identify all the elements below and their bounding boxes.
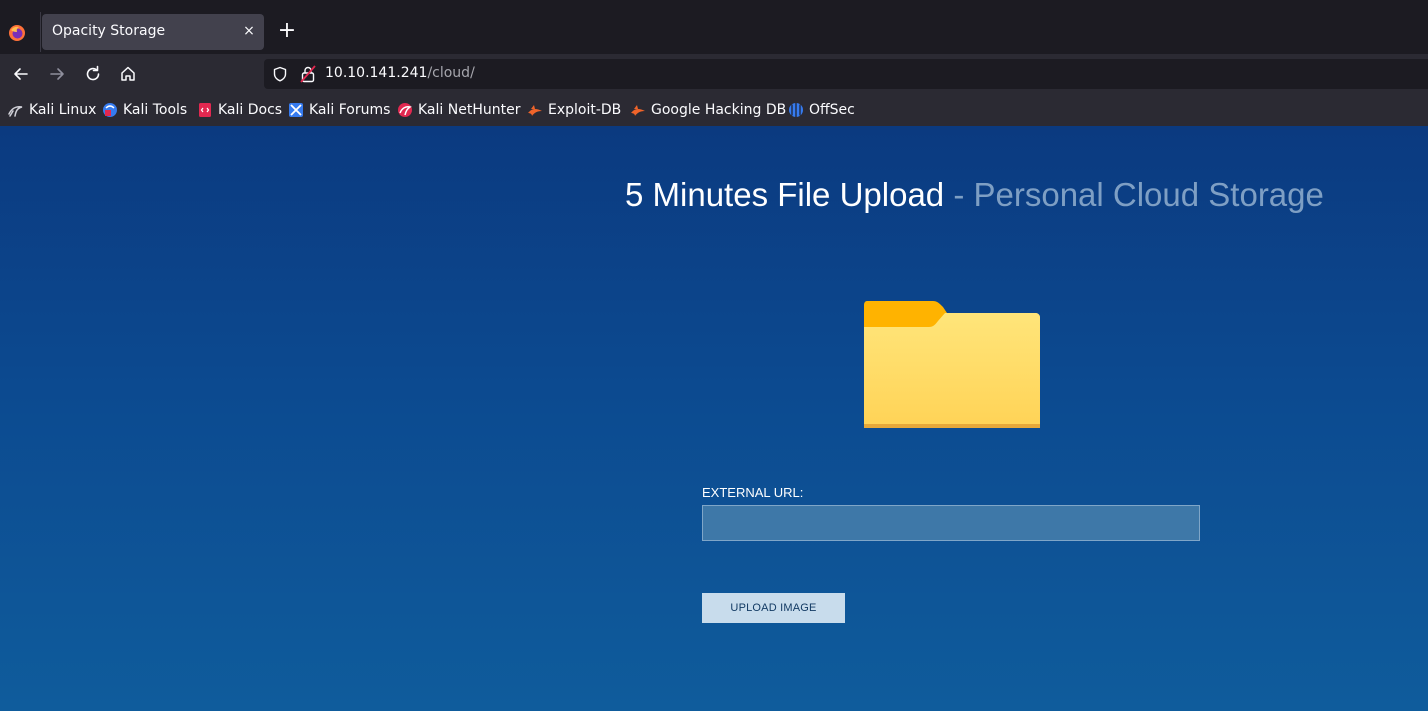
navigation-bar: 10.10.141.241/cloud/	[0, 54, 1428, 94]
title-bar	[0, 0, 1428, 10]
bookmark-kali-tools[interactable]: Kali Tools	[102, 101, 187, 119]
upload-image-button[interactable]: UPLOAD IMAGE	[702, 593, 845, 623]
back-icon[interactable]	[11, 64, 31, 84]
bookmark-label: Kali Tools	[123, 102, 188, 118]
bookmark-label: Kali Linux	[29, 102, 97, 118]
kali-docs-icon	[199, 103, 211, 117]
firefox-icon[interactable]	[8, 24, 26, 42]
folder-icon	[864, 301, 1040, 428]
browser-window: Opacity Storage × + 10.10.141.241/cloud/…	[0, 0, 1428, 711]
forward-icon[interactable]	[47, 64, 67, 84]
new-tab-button[interactable]: +	[276, 20, 298, 42]
bookmark-kali-nethunter[interactable]: Kali NetHunter	[397, 101, 520, 119]
bookmark-label: OffSec	[809, 102, 855, 118]
bookmark-label: Exploit-DB	[548, 102, 622, 118]
bookmark-kali-forums[interactable]: Kali Forums	[288, 101, 390, 119]
tracking-protection-shield-icon[interactable]	[272, 66, 288, 82]
kali-dragon-icon	[8, 106, 23, 117]
close-tab-icon[interactable]: ×	[240, 22, 258, 40]
home-icon[interactable]	[118, 64, 138, 84]
kali-tools-icon	[103, 103, 117, 117]
bookmark-label: Kali Forums	[309, 102, 391, 118]
url-text[interactable]: 10.10.141.241/cloud/	[325, 65, 475, 81]
bookmark-google-hacking-db[interactable]: Google Hacking DB	[630, 101, 786, 119]
external-url-label: EXTERNAL URL:	[702, 485, 804, 500]
bookmark-label: Google Hacking DB	[651, 102, 787, 118]
reload-icon[interactable]	[83, 64, 103, 84]
kali-forums-icon	[289, 103, 303, 117]
kali-nethunter-icon	[398, 103, 412, 117]
tab-opacity-storage[interactable]: Opacity Storage ×	[42, 14, 264, 50]
title-main: 5 Minutes File Upload	[625, 176, 945, 213]
tab-title: Opacity Storage	[52, 23, 166, 39]
url-host: 10.10.141.241	[325, 65, 428, 81]
insecure-lock-icon[interactable]	[300, 65, 316, 83]
bookmark-label: Kali Docs	[218, 102, 283, 118]
bookmark-kali-linux[interactable]: Kali Linux	[8, 101, 96, 119]
bookmark-label: Kali NetHunter	[418, 102, 521, 118]
bookmark-kali-docs[interactable]: Kali Docs	[197, 101, 282, 119]
offsec-icon	[789, 103, 803, 117]
title-subtitle: Personal Cloud Storage	[973, 176, 1324, 213]
page-content: 5 Minutes File Upload - Personal Cloud S…	[0, 126, 1428, 711]
page-title: 5 Minutes File Upload - Personal Cloud S…	[625, 176, 1324, 214]
bookmark-exploit-db[interactable]: Exploit-DB	[527, 101, 621, 119]
tab-divider	[40, 12, 41, 52]
external-url-input[interactable]	[702, 505, 1200, 541]
bookmarks-toolbar: Kali Linux Kali Tools Kali Docs Kali For…	[0, 94, 1428, 127]
tab-strip: Opacity Storage × +	[0, 0, 1428, 54]
ghdb-icon	[631, 105, 645, 116]
address-bar[interactable]: 10.10.141.241/cloud/	[264, 59, 1428, 89]
exploit-db-icon	[528, 105, 542, 116]
url-path: /cloud/	[427, 65, 475, 81]
title-separator: -	[944, 176, 974, 213]
bookmark-offsec[interactable]: OffSec	[788, 101, 855, 119]
